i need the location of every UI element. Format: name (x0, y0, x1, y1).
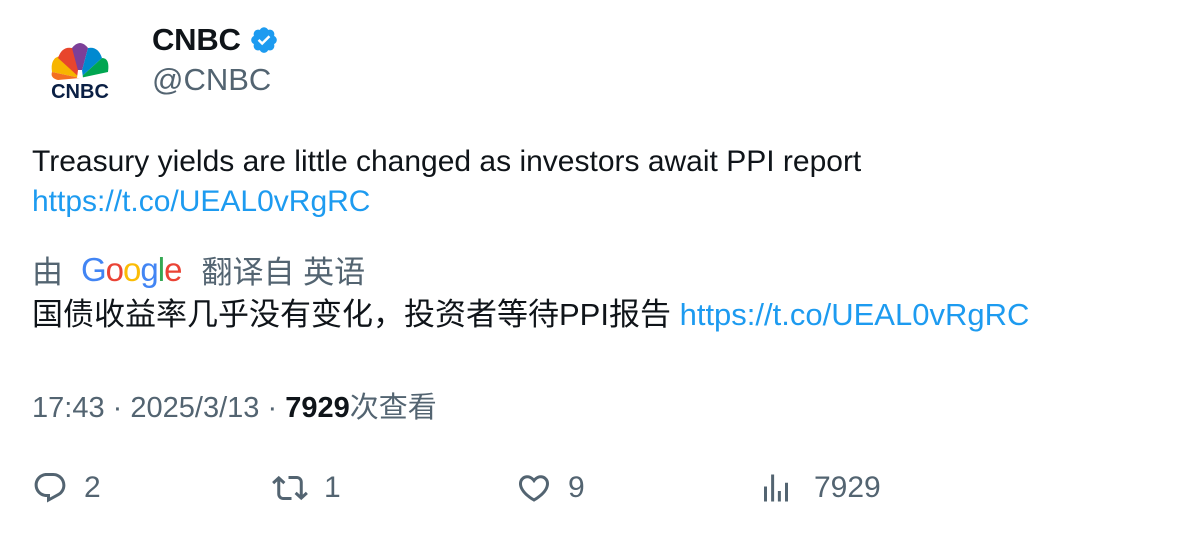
author-name-row: CNBC (152, 22, 279, 58)
like-count: 9 (568, 471, 585, 504)
retweet-button[interactable]: 1 (272, 470, 341, 506)
action-bar: 2 1 9 7929 (32, 470, 1162, 514)
display-name[interactable]: CNBC (152, 22, 241, 58)
views-action-count: 7929 (814, 471, 881, 504)
tweet-date[interactable]: 2025/3/13 (130, 392, 259, 424)
tweet-meta: 17:43 · 2025/3/13 · 7929次查看 (32, 384, 437, 426)
retweet-count: 1 (324, 471, 341, 504)
translated-by-label: 由 (32, 255, 63, 290)
translated-link[interactable]: https://t.co/UEAL0vRgRC (680, 297, 1030, 332)
translated-from-label[interactable]: 翻译自 英语 (201, 247, 365, 292)
views-label: 次查看 (349, 392, 437, 424)
logo-text: CNBC (51, 81, 109, 103)
retweet-icon (272, 475, 308, 501)
translated-body: 国债收益率几乎没有变化，投资者等待PPI报告 (32, 297, 671, 332)
meta-separator: · (112, 392, 123, 424)
translation-attribution: 由 Google 翻译自 英语 (32, 247, 365, 292)
tweet-text: Treasury yields are little changed as in… (32, 142, 1162, 222)
bar-chart-icon (764, 474, 788, 502)
like-button[interactable]: 9 (516, 470, 585, 506)
reply-count: 2 (84, 471, 101, 504)
verified-badge-icon[interactable] (249, 25, 279, 55)
avatar[interactable]: CNBC (32, 26, 128, 122)
tweet-link[interactable]: https://t.co/UEAL0vRgRC (32, 182, 1162, 222)
views-button[interactable]: 7929 (758, 470, 881, 506)
meta-separator: · (267, 392, 278, 424)
google-logo[interactable]: Google (81, 251, 182, 289)
views-count: 7929 (285, 392, 350, 424)
reply-icon (34, 473, 66, 503)
tweet-time[interactable]: 17:43 (32, 392, 105, 424)
reply-button[interactable]: 2 (32, 470, 101, 506)
tweet-body: Treasury yields are little changed as in… (32, 145, 862, 178)
cnbc-peacock-logo-icon: CNBC (51, 43, 109, 103)
author-handle[interactable]: @CNBC (152, 62, 271, 98)
translated-text: 国债收益率几乎没有变化，投资者等待PPI报告 https://t.co/UEAL… (32, 295, 1029, 335)
heart-icon (518, 475, 550, 502)
